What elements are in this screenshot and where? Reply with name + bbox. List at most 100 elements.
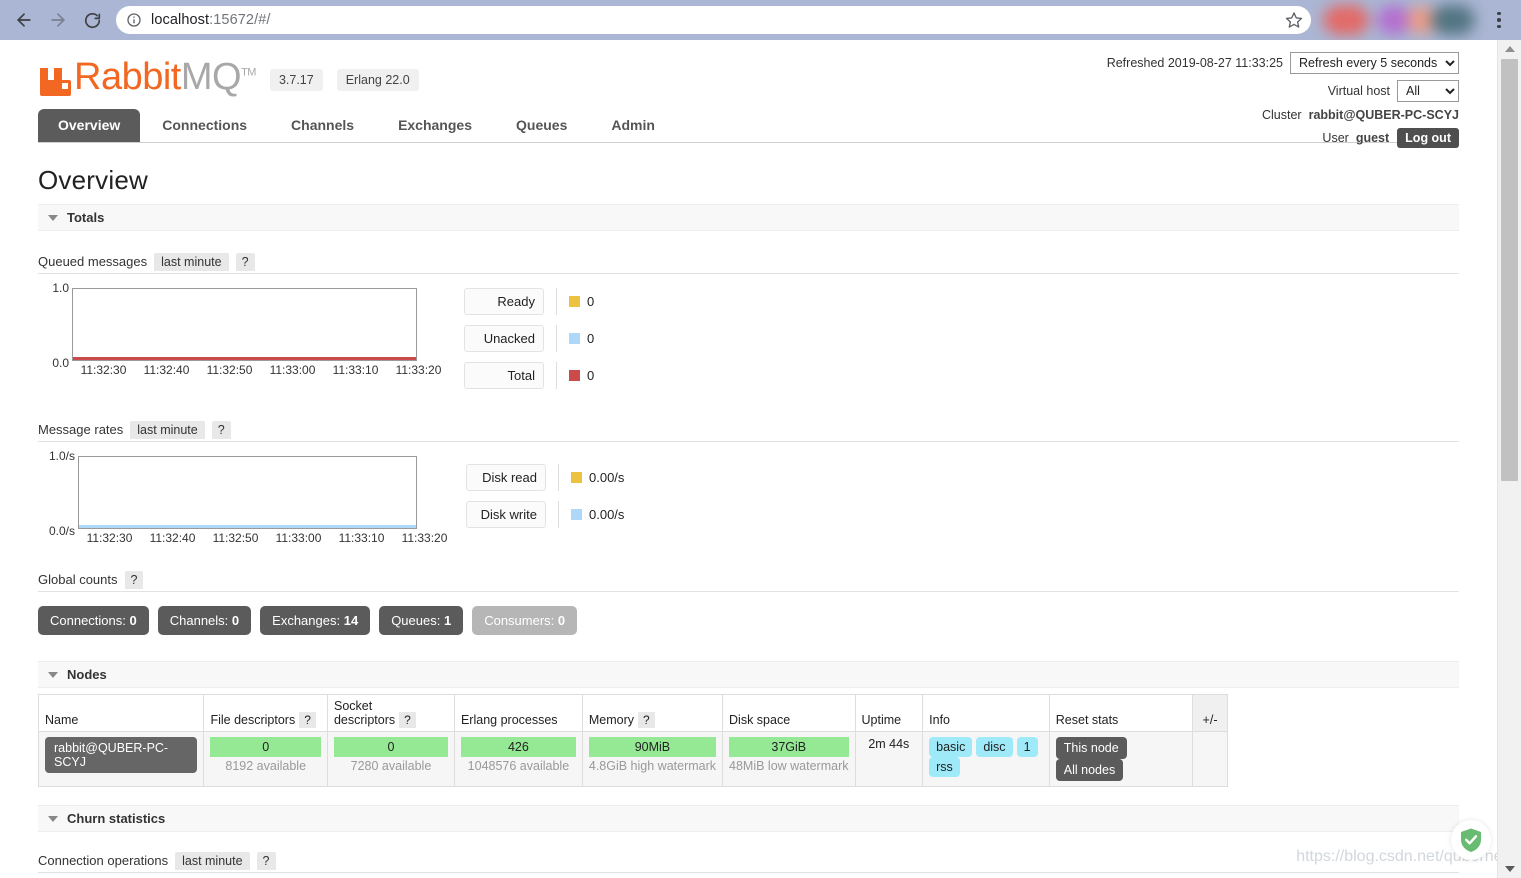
url-text: localhost:15672/#/ (151, 12, 271, 28)
col-info[interactable]: Info (923, 695, 1050, 732)
message-rates-help-icon[interactable]: ? (212, 421, 231, 439)
scroll-down-arrow-icon[interactable] (1498, 860, 1521, 878)
global-counts-help-icon[interactable]: ? (125, 571, 144, 589)
address-bar[interactable]: localhost:15672/#/ (116, 6, 1311, 34)
x-tick: 11:33:10 (330, 531, 393, 545)
forward-button[interactable] (42, 4, 74, 36)
help-icon[interactable]: ? (399, 712, 416, 728)
x-tick: 11:32:50 (198, 363, 261, 377)
count-badge-exchanges[interactable]: Exchanges: 14 (260, 606, 370, 635)
col-erlang-processes[interactable]: Erlang processes (454, 695, 582, 732)
legend-button-disk-write[interactable]: Disk write (466, 501, 546, 528)
legend-button-ready[interactable]: Ready (464, 288, 544, 315)
help-icon[interactable]: ? (299, 712, 316, 728)
legend-value-ready: 0 (587, 294, 594, 309)
queued-messages-period-chip[interactable]: last minute (154, 253, 228, 271)
count-badge-channels[interactable]: Channels: 0 (158, 606, 251, 635)
count-label: Exchanges: (272, 613, 340, 628)
help-icon[interactable]: ? (638, 712, 655, 728)
x-tick: 11:33:20 (393, 531, 456, 545)
col-memory[interactable]: Memory? (582, 695, 722, 732)
message-rates-plot-area (78, 456, 417, 529)
info-badge-count[interactable]: 1 (1017, 737, 1038, 757)
queued-messages-help-icon[interactable]: ? (236, 253, 255, 271)
col-uptime[interactable]: Uptime (855, 695, 923, 732)
legend-button-total[interactable]: Total (464, 362, 544, 389)
tab-admin[interactable]: Admin (589, 109, 677, 142)
section-header-nodes[interactable]: Nodes (38, 661, 1459, 688)
count-badge-connections[interactable]: Connections: 0 (38, 606, 149, 635)
tab-connections[interactable]: Connections (140, 109, 269, 142)
queued-messages-header: Queued messages last minute ? (38, 253, 1459, 274)
tab-channels[interactable]: Channels (269, 109, 376, 142)
section-title-churn: Churn statistics (67, 811, 165, 826)
section-header-totals[interactable]: Totals (38, 204, 1459, 231)
info-badge-basic[interactable]: basic (929, 737, 972, 757)
reset-this-node-button[interactable]: This node (1056, 737, 1127, 759)
page-viewport: RabbitMQTM 3.7.17 Erlang 22.0 Refreshed … (0, 40, 1521, 878)
x-tick: 11:33:00 (261, 363, 324, 377)
reload-button[interactable] (76, 4, 108, 36)
message-rates-period-chip[interactable]: last minute (130, 421, 204, 439)
scroll-up-arrow-icon[interactable] (1498, 40, 1521, 58)
rabbitmq-logo[interactable]: RabbitMQTM (38, 58, 256, 96)
note-memory: 4.8GiB high watermark (589, 757, 716, 773)
global-counts-header: Global counts ? (38, 571, 1459, 592)
col-name[interactable]: Name (39, 695, 204, 732)
three-dot-menu-icon[interactable] (1485, 4, 1513, 36)
queued-messages-x-axis: 11:32:30 11:32:40 11:32:50 11:33:00 11:3… (72, 361, 450, 377)
col-disk-space[interactable]: Disk space (723, 695, 855, 732)
rabbitmq-logo-icon (38, 62, 72, 96)
col-reset-stats[interactable]: Reset stats (1049, 695, 1192, 732)
legend-row: Unacked 0 (464, 325, 594, 352)
gauge-socket-descriptors: 0 (334, 737, 448, 757)
shield-check-icon[interactable] (1451, 820, 1491, 860)
erlang-version-badge: Erlang 22.0 (337, 69, 419, 91)
info-badge-disc[interactable]: disc (976, 737, 1012, 757)
queued-messages-legend: Ready 0 Unacked 0 Total (464, 288, 594, 399)
col-file-descriptors[interactable]: File descriptors? (204, 695, 328, 732)
queued-messages-plot-area (72, 288, 417, 361)
chevron-down-icon (48, 816, 58, 822)
note-erlang-processes: 1048576 available (461, 757, 576, 773)
page-scrollbar[interactable] (1497, 40, 1521, 878)
cell-file-descriptors: 0 8192 available (204, 732, 328, 787)
section-title-nodes: Nodes (67, 667, 107, 682)
queued-messages-chart-block: 1.0 0.0 11:32:30 11:32:40 11:32:50 11:33… (38, 288, 1459, 399)
legend-button-disk-read[interactable]: Disk read (466, 464, 546, 491)
vhost-row: Virtual host All (1107, 80, 1459, 102)
count-badge-queues[interactable]: Queues: 1 (379, 606, 463, 635)
x-tick: 11:32:50 (204, 531, 267, 545)
star-icon[interactable] (1283, 9, 1305, 31)
scrollbar-thumb[interactable] (1501, 59, 1518, 481)
logout-button[interactable]: Log out (1397, 128, 1459, 148)
count-badge-consumers[interactable]: Consumers: 0 (472, 606, 577, 635)
refresh-interval-select[interactable]: Refresh every 5 seconds (1290, 52, 1459, 74)
node-name-badge[interactable]: rabbit@QUBER-PC-SCYJ (45, 737, 197, 773)
connection-operations-period-chip[interactable]: last minute (175, 852, 249, 870)
legend-divider (556, 288, 557, 315)
tab-queues[interactable]: Queues (494, 109, 589, 142)
reset-all-nodes-button[interactable]: All nodes (1056, 759, 1123, 781)
col-socket-descriptors[interactable]: Socket descriptors? (327, 695, 454, 732)
x-tick: 11:32:40 (141, 531, 204, 545)
back-button[interactable] (8, 4, 40, 36)
legend-button-unacked[interactable]: Unacked (464, 325, 544, 352)
count-value: 14 (344, 613, 358, 628)
message-rates-x-axis: 11:32:30 11:32:40 11:32:50 11:33:00 11:3… (78, 529, 456, 545)
logo-tm-text: TM (241, 66, 256, 78)
connection-operations-help-icon[interactable]: ? (257, 852, 276, 870)
cell-disk-space: 37GiB 48MiB low watermark (723, 732, 855, 787)
browser-toolbar: localhost:15672/#/ (0, 0, 1521, 40)
vhost-select[interactable]: All (1397, 80, 1459, 102)
series-line-disk-write (79, 525, 416, 528)
tab-exchanges[interactable]: Exchanges (376, 109, 494, 142)
site-info-icon[interactable] (126, 12, 142, 28)
column-toggle-button[interactable]: +/- (1193, 695, 1228, 732)
cell-uptime: 2m 44s (855, 732, 923, 787)
table-header-row: Name File descriptors? Socket descriptor… (39, 695, 1228, 732)
tab-overview[interactable]: Overview (38, 109, 140, 142)
section-header-churn[interactable]: Churn statistics (38, 805, 1459, 832)
legend-swatch-disk-read (571, 472, 582, 483)
info-badge-rss[interactable]: rss (929, 757, 960, 777)
